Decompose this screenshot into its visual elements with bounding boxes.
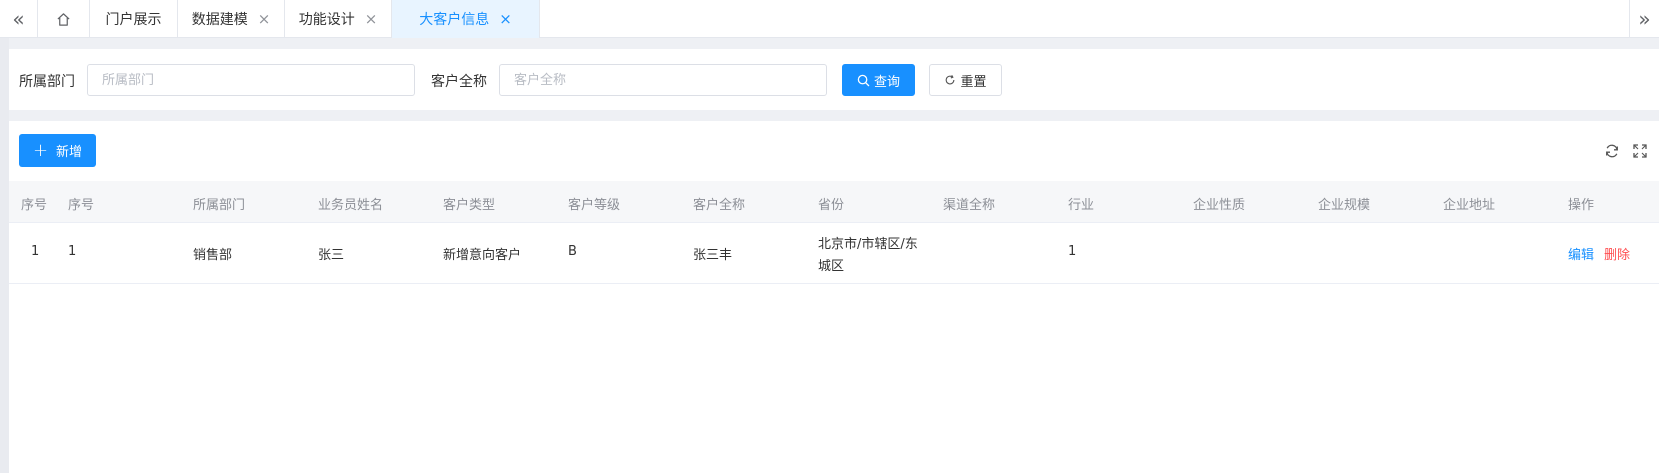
tab-label: 数据建模	[191, 12, 248, 28]
column-header: 省份	[818, 198, 845, 213]
query-button-label: 查询	[873, 74, 900, 90]
delete-link[interactable]: 删除	[1604, 248, 1630, 263]
dept-label: 所属部门	[19, 74, 75, 90]
search-icon	[857, 74, 870, 86]
cell-salesman: 张三	[318, 248, 345, 263]
column-header: 行业	[1068, 198, 1095, 213]
column-header: 客户全称	[693, 198, 746, 213]
cell-industry: 1	[1068, 244, 1077, 259]
section-gap	[9, 110, 1659, 121]
tab-function-design[interactable]: 功能设计 ×	[285, 0, 392, 38]
tab-data-modeling[interactable]: 数据建模 ×	[178, 0, 285, 38]
cell-customer-name: 张三丰	[693, 248, 733, 263]
tab-label: 功能设计	[298, 12, 355, 28]
close-icon[interactable]: ×	[499, 11, 512, 27]
dept-input[interactable]	[87, 64, 415, 96]
reset-button-label: 重置	[960, 74, 987, 90]
column-header: 企业性质	[1193, 198, 1246, 213]
customer-name-input[interactable]	[499, 64, 827, 96]
query-button[interactable]: 查询	[842, 64, 915, 96]
close-icon[interactable]: ×	[365, 11, 378, 27]
fullscreen-icon[interactable]	[1632, 143, 1648, 159]
plus-icon: +	[32, 139, 49, 161]
column-header: 序号	[21, 198, 48, 213]
tab-scroll-left-button[interactable]: «	[0, 0, 38, 38]
column-header: 客户等级	[568, 198, 621, 213]
column-header: 企业规模	[1318, 198, 1371, 213]
cell-seq: 1	[68, 244, 77, 259]
cell-actions: 编辑 删除	[1568, 244, 1630, 263]
double-chevron-left-icon: «	[12, 7, 25, 31]
section-gap	[9, 38, 1659, 49]
cell-dept: 销售部	[193, 248, 233, 263]
column-header: 企业地址	[1443, 198, 1496, 213]
close-icon[interactable]: ×	[258, 11, 271, 27]
column-header: 操作	[1568, 198, 1595, 213]
reload-icon[interactable]	[1604, 143, 1620, 159]
search-form: 所属部门 客户全称 查询 重置	[9, 49, 1659, 110]
table-header: 序号 序号 所属部门 业务员姓名 客户类型 客户等级 客户全称 省份 渠道全称 …	[9, 181, 1659, 223]
reset-button[interactable]: 重置	[929, 64, 1002, 96]
column-header: 客户类型	[443, 198, 496, 213]
cell-customer-level: B	[568, 244, 577, 259]
add-button[interactable]: + 新增	[19, 134, 96, 167]
double-chevron-right-icon: »	[1638, 7, 1651, 31]
edit-link[interactable]: 编辑	[1568, 248, 1594, 263]
left-sidebar-strip	[0, 38, 9, 473]
column-header: 序号	[68, 198, 95, 213]
home-icon	[57, 12, 70, 26]
table-row[interactable]: 1 1 销售部 张三 新增意向客户 B 张三丰 北京市/市辖区/东城区 1 编辑…	[9, 223, 1659, 284]
cell-customer-type: 新增意向客户	[443, 248, 522, 263]
cell-province: 北京市/市辖区/东城区	[818, 237, 918, 274]
row-index: 1	[31, 244, 40, 259]
tab-portal[interactable]: 门户展示	[90, 0, 178, 38]
column-header: 业务员姓名	[318, 198, 384, 213]
column-header: 渠道全称	[943, 198, 996, 213]
tab-label: 门户展示	[105, 12, 162, 28]
data-table: 序号 序号 所属部门 业务员姓名 客户类型 客户等级 客户全称 省份 渠道全称 …	[9, 181, 1659, 284]
add-button-label: 新增	[56, 145, 83, 160]
tab-label: 大客户信息	[419, 12, 490, 28]
customer-name-label: 客户全称	[431, 74, 487, 90]
tab-home[interactable]	[38, 0, 90, 38]
tab-scroll-right-button[interactable]: »	[1629, 0, 1659, 38]
refresh-icon	[946, 75, 955, 85]
tab-bar: « 门户展示 数据建模 × 功能设计 × 大客户信息 × »	[0, 0, 1659, 38]
column-header: 所属部门	[193, 198, 246, 213]
tab-key-customer-info[interactable]: 大客户信息 ×	[392, 0, 540, 38]
